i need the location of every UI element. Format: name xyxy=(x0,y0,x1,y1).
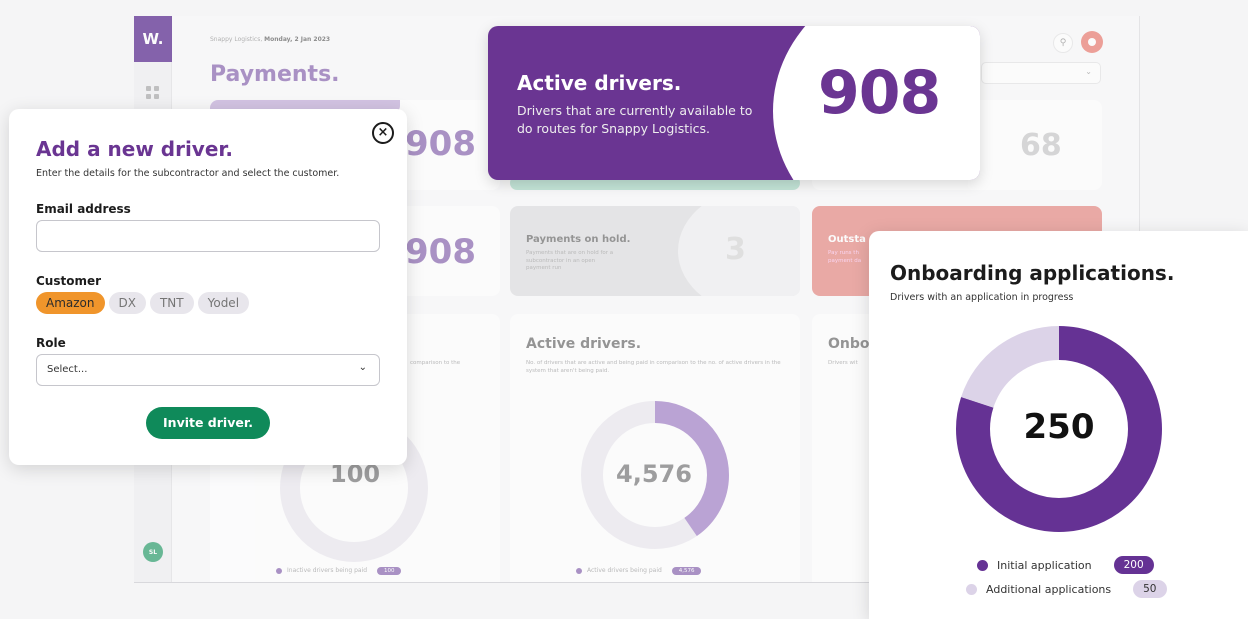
active-drivers-chart-desc: No. of drivers that are active and being… xyxy=(526,360,781,374)
legend-value-initial: 200 xyxy=(1113,556,1154,574)
on-hold-title: Payments on hold. xyxy=(526,234,631,245)
legend-dot-initial xyxy=(977,559,988,571)
notification-icon[interactable] xyxy=(1081,31,1103,53)
role-select[interactable]: Select... ⌄ xyxy=(36,354,380,386)
email-field[interactable] xyxy=(36,220,380,252)
chevron-down-icon: ⌄ xyxy=(358,362,367,373)
active-drivers-description: Drivers that are currently available to … xyxy=(517,103,753,137)
onboarding-bg-title: Onbo xyxy=(828,336,870,352)
inactive-drivers-desc: comparison to the xyxy=(410,360,461,366)
page-title: Payments. xyxy=(210,62,340,87)
active-drivers-card: Active drivers. Drivers that are current… xyxy=(488,26,980,180)
grid-icon[interactable] xyxy=(146,86,160,100)
customer-chip-tnt[interactable]: TNT xyxy=(149,292,194,314)
filter-select[interactable]: ⌄ xyxy=(981,62,1101,84)
legend-label-additional: Additional applications xyxy=(986,582,1112,596)
active-drivers-chart-card: Active drivers. No. of drivers that are … xyxy=(510,314,800,582)
legend-value-additional: 50 xyxy=(1133,580,1167,598)
onboarding-description: Drivers with an application in progress xyxy=(890,292,1074,303)
active-drivers-value: 908 xyxy=(818,58,941,128)
on-hold-desc: Payments that are on hold for a subcontr… xyxy=(526,250,614,272)
summary-card-1-value: 908 xyxy=(405,124,476,164)
role-label: Role xyxy=(36,336,66,350)
role-select-value: Select... xyxy=(47,364,88,375)
breadcrumb: Snappy Logistics, Monday, 2 Jan 2023 xyxy=(210,36,330,43)
modal-description: Enter the details for the subcontractor … xyxy=(36,168,340,179)
app-logo[interactable]: W. xyxy=(134,16,172,62)
active-drivers-chart-legend: Active drivers being paid 4,576 xyxy=(576,567,702,575)
active-drivers-chart-legend-label: Active drivers being paid xyxy=(587,567,662,574)
summary-card-3-value: 68 xyxy=(1020,128,1062,163)
inactive-drivers-legend-label: Inactive drivers being paid xyxy=(287,567,368,574)
active-drivers-chart-title: Active drivers. xyxy=(526,336,642,352)
email-label: Email address xyxy=(36,202,131,216)
customer-chips: Amazon DX TNT Yodel xyxy=(36,292,250,314)
summary-card-4-value: 908 xyxy=(405,232,476,272)
breadcrumb-company: Snappy Logistics, xyxy=(210,36,263,43)
outstanding-desc: Pay runs th payment da xyxy=(828,250,862,264)
on-hold-value: 3 xyxy=(725,232,746,267)
onboarding-total: 250 xyxy=(1023,407,1095,447)
search-icon[interactable]: ⚲ xyxy=(1053,33,1073,53)
active-drivers-chart-legend-value: 4,576 xyxy=(671,567,702,575)
customer-chip-amazon[interactable]: Amazon xyxy=(36,292,105,314)
onboarding-title: Onboarding applications. xyxy=(890,261,1175,285)
add-driver-modal: × Add a new driver. Enter the details fo… xyxy=(9,109,407,465)
modal-title: Add a new driver. xyxy=(36,137,234,161)
payments-on-hold-card: Payments on hold. Payments that are on h… xyxy=(510,206,800,296)
close-icon[interactable]: × xyxy=(372,122,394,144)
legend-initial-application: Initial application 200 xyxy=(977,556,1154,574)
customer-label: Customer xyxy=(36,274,102,288)
user-avatar[interactable]: SL xyxy=(143,542,163,562)
customer-chip-dx[interactable]: DX xyxy=(108,292,146,314)
legend-additional-applications: Additional applications 50 xyxy=(966,580,1167,598)
active-drivers-chart-value: 4,576 xyxy=(616,460,692,488)
onboarding-card: Onboarding applications. Drivers with an… xyxy=(869,231,1248,619)
outstanding-title: Outsta xyxy=(828,234,866,245)
inactive-drivers-legend-value: 100 xyxy=(376,567,402,575)
customer-chip-yodel[interactable]: Yodel xyxy=(197,292,250,314)
legend-label-initial: Initial application xyxy=(997,558,1092,572)
active-drivers-title: Active drivers. xyxy=(517,71,682,95)
inactive-drivers-legend: Inactive drivers being paid 100 xyxy=(276,567,402,575)
legend-dot-additional xyxy=(966,583,977,595)
breadcrumb-date: Monday, 2 Jan 2023 xyxy=(264,36,331,43)
invite-driver-button[interactable]: Invite driver. xyxy=(146,407,270,439)
